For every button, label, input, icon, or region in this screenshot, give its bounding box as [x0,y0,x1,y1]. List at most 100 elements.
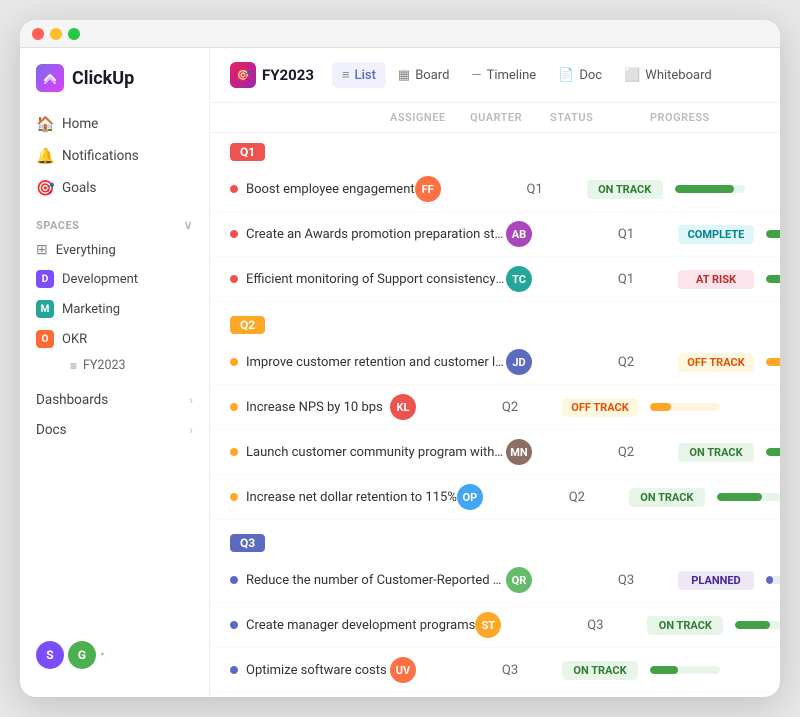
progress-bar [766,448,780,456]
sidebar-item-notifications[interactable]: 🔔 Notifications [28,140,201,172]
timeline-tab-icon: ― [471,68,481,83]
task-name-text: Create manager development programs [246,618,475,633]
list-icon: ≡ [70,359,77,373]
sidebar-item-okr[interactable]: O OKR [28,324,201,354]
avatar-user-s[interactable]: S [36,641,64,669]
avatar-user-g[interactable]: G [68,641,96,669]
quarter-cell: Q3 [470,663,550,678]
fy-title: FY2023 [262,66,314,84]
assignee-cell: TC [506,266,586,292]
status-cell: ON TRACK [617,488,717,507]
avatar: QR [506,567,532,593]
dashboards-label: Dashboards [36,392,108,408]
table-row[interactable]: Create manager development programs ST Q… [210,603,780,648]
progress-fill [766,358,780,366]
table-row[interactable]: Optimize software costs UV Q3 ON TRACK [210,648,780,693]
table-row[interactable]: Reduce the number of Customer-Reported b… [210,558,780,603]
assignee-cell: ST [475,612,555,638]
sidebar-item-home[interactable]: 🏠 Home [28,108,201,140]
tab-doc[interactable]: 📄 Doc [548,63,612,88]
task-dot-icon [230,275,238,283]
table-row[interactable]: Increase NPS by 10 bps KL Q2 OFF TRACK [210,385,780,430]
progress-cell [766,230,780,238]
tab-label: Timeline [487,68,537,83]
task-name-text: Increase net dollar retention to 115% [246,490,457,505]
task-name-cell: Increase NPS by 10 bps [230,400,390,415]
tab-label: Doc [579,68,602,83]
okr-badge: O [36,330,54,348]
progress-bar [766,275,780,283]
quarter-cell: Q2 [470,400,550,415]
sidebar-item-everything[interactable]: ⊞ Everything [28,236,201,264]
avatar: MN [506,439,532,465]
status-cell: OFF TRACK [550,398,650,417]
avatar: KL [390,394,416,420]
quarter-cell: Q3 [586,573,666,588]
sidebar-item-development[interactable]: D Development [28,264,201,294]
progress-fill [766,230,780,238]
sidebar-item-fy2023[interactable]: ≡ FY2023 [62,354,201,377]
avatar: FF [415,176,441,202]
quarter-q2-label: Q2 [230,316,265,334]
progress-bar [650,403,720,411]
sidebar-user-section: S G • [20,629,209,681]
sidebar-item-docs[interactable]: Docs › [28,415,201,445]
task-name-cell: Increase net dollar retention to 115% [230,490,457,505]
assignee-cell: AB [506,221,586,247]
progress-cell [717,493,780,501]
sidebar: ClickUp 🏠 Home 🔔 Notifications 🎯 Goals [20,48,210,697]
docs-label: Docs [36,422,67,438]
status-cell: OFF TRACK [666,353,766,372]
task-name-cell: Create manager development programs [230,618,475,633]
col-progress: PROGRESS [650,111,760,124]
spaces-section-header: Spaces ∨ [20,204,209,236]
table-row[interactable]: Boost employee engagement FF Q1 ON TRACK [210,167,780,212]
dev-badge: D [36,270,54,288]
tab-whiteboard[interactable]: ⬜ Whiteboard [614,63,722,88]
close-button[interactable] [32,28,44,40]
progress-cell [650,666,760,674]
okr-sub-nav: ≡ FY2023 [28,354,201,377]
chevron-right-icon: › [189,423,193,437]
sidebar-item-marketing[interactable]: M Marketing [28,294,201,324]
tab-timeline[interactable]: ― Timeline [461,63,546,88]
progress-fill [766,275,780,283]
home-icon: 🏠 [36,115,52,133]
maximize-button[interactable] [68,28,80,40]
minimize-button[interactable] [50,28,62,40]
status-badge: AT RISK [678,270,754,289]
table-row[interactable]: Increase net dollar retention to 115% OP… [210,475,780,520]
progress-fill [735,621,770,629]
table-row[interactable]: Create an Awards promotion preparation s… [210,212,780,257]
fy-badge: 🎯 FY2023 [230,62,314,88]
status-cell: COMPLETE [666,225,766,244]
titlebar [20,20,780,48]
table-row[interactable]: Efficient monitoring of Support consiste… [210,257,780,302]
table-row[interactable]: Launch customer community program with 1… [210,430,780,475]
app-window: ClickUp 🏠 Home 🔔 Notifications 🎯 Goals [20,20,780,697]
tab-list[interactable]: ≡ List [332,62,386,88]
sidebar-item-goals[interactable]: 🎯 Goals [28,172,201,204]
status-cell: ON TRACK [550,661,650,680]
task-name-text: Reduce the number of Customer-Reported b… [246,573,506,588]
assignee-cell: OP [457,484,537,510]
sidebar-item-dashboards[interactable]: Dashboards › [28,385,201,415]
main-header: 🎯 FY2023 ≡ List ▦ Board ― Timeline [210,48,780,103]
task-name-text: Efficient monitoring of Support consiste… [246,272,506,287]
col-quarter: QUARTER [470,111,550,124]
progress-cell [675,185,780,193]
q2-tasks: Improve customer retention and customer … [210,340,780,520]
task-name-text: Create an Awards promotion preparation s… [246,227,506,242]
table-row[interactable]: Improve customer retention and customer … [210,340,780,385]
status-cell: ON TRACK [575,180,675,199]
quarter-cell: Q3 [555,618,635,633]
progress-bar [766,230,780,238]
grid-icon: ⊞ [36,242,48,258]
table-header: ASSIGNEE QUARTER STATUS PROGRESS [210,103,780,133]
spaces-nav: ⊞ Everything D Development M Marketing O… [20,236,209,377]
logo[interactable]: ClickUp [20,64,209,108]
avatar: OP [457,484,483,510]
quarter-cell: Q1 [586,227,666,242]
tab-board[interactable]: ▦ Board [388,63,460,88]
status-cell: PLANNED [666,571,766,590]
